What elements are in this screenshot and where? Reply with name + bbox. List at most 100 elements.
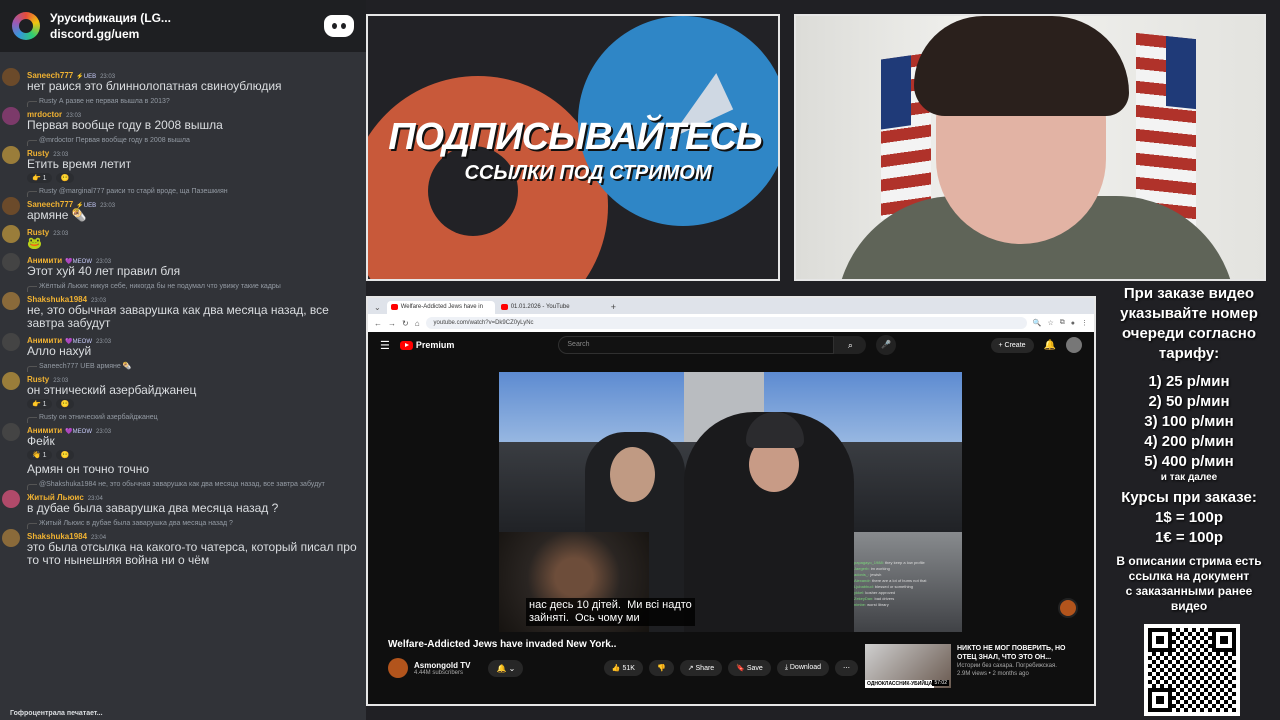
server-icon[interactable] bbox=[12, 12, 40, 40]
user-avatar[interactable] bbox=[2, 529, 20, 547]
video-chat-overlay: papagayo_1988: they keep a low profile Ja… bbox=[854, 560, 942, 630]
message-text: Этот хуй 40 лет правил бля bbox=[27, 264, 181, 278]
overlay-chat-text: there are a lot of bums not that bbox=[872, 578, 927, 583]
reply-preview[interactable]: Житый Льюис в дубае была заварушка два м… bbox=[27, 518, 360, 529]
rate-usd: 1$ = 100р bbox=[1155, 509, 1223, 526]
extensions-icon[interactable]: ⧉ bbox=[1060, 319, 1065, 327]
user-avatar[interactable] bbox=[2, 225, 20, 243]
reaction-button[interactable]: 👋 1 bbox=[27, 450, 52, 460]
browser-menu-icon[interactable]: ⋮ bbox=[1081, 319, 1088, 327]
chat-message[interactable]: Жёлтый Льюис никуя себе, никогда бы не п… bbox=[0, 281, 366, 330]
star-icon[interactable]: ☆ bbox=[1047, 319, 1053, 327]
address-bar-row: ← → ↻ ⌂ youtube.com/watch?v=Dk9CZ0yLyNc … bbox=[368, 314, 1094, 332]
youtube-play-icon bbox=[399, 340, 413, 350]
forward-icon[interactable]: → bbox=[388, 319, 396, 328]
recommended-thumbnail[interactable]: ОДНОКЛАССНИК-УБИЙЦА 57:02 bbox=[865, 644, 951, 688]
overlay-chat-user: papagayo_1988: bbox=[854, 560, 884, 565]
youtube-topbar: ☰ Premium Search ⌕ 🎤 + Create 🔔 bbox=[368, 332, 1094, 358]
reply-preview[interactable]: @Shakshuka1984 не, это обычная заварушка… bbox=[27, 479, 360, 490]
new-tab-button[interactable]: + bbox=[607, 301, 620, 314]
channel-row: Asmongold TV 4.44M subscribers 🔔 ⌄ 👍 51K… bbox=[388, 656, 858, 680]
tab-youtube-home[interactable]: 01.01.2026 - YouTube bbox=[497, 301, 605, 314]
user-avatar[interactable] bbox=[2, 197, 20, 215]
chat-message[interactable]: Rusty А разве не первая вышла в 2013? mrd… bbox=[0, 96, 366, 132]
chat-message[interactable]: Rusty он этнический азербайджанец Анимити… bbox=[0, 412, 366, 460]
video-title: Welfare-Addicted Jews have invaded New Y… bbox=[388, 639, 617, 650]
webcam-feed bbox=[794, 14, 1266, 281]
channel-watermark-icon[interactable] bbox=[1058, 598, 1078, 618]
download-button[interactable]: ⤓ Download bbox=[776, 660, 829, 676]
channel-name[interactable]: Asmongold TV bbox=[414, 661, 470, 670]
chat-message[interactable]: Rusty 23:03 🐸 bbox=[0, 225, 366, 250]
user-avatar[interactable] bbox=[2, 107, 20, 125]
home-icon[interactable]: ⌂ bbox=[415, 319, 420, 328]
zoom-icon[interactable]: 🔍 bbox=[1033, 319, 1042, 327]
chat-message[interactable]: Житый Льюис в дубае была заварушка два м… bbox=[0, 518, 366, 567]
overlay-chat-user: nimbe: bbox=[854, 602, 867, 607]
tariff-etc: и так далее bbox=[1160, 472, 1218, 483]
create-button[interactable]: + Create bbox=[990, 337, 1034, 353]
chat-message[interactable]: @Shakshuka1984 не, это обычная заварушка… bbox=[0, 479, 366, 515]
promo-title: ПОДПИСЫВАЙТЕСЬ bbox=[388, 116, 763, 158]
user-avatar[interactable] bbox=[2, 333, 20, 351]
channel-subscribers: 4.44M subscribers bbox=[414, 669, 464, 676]
more-actions-button[interactable]: ⋯ bbox=[835, 660, 858, 676]
microphone-icon[interactable]: 🎤 bbox=[876, 335, 897, 355]
recommended-video[interactable]: ОДНОКЛАССНИК-УБИЙЦА 57:02 НИКТО НЕ МОГ П… bbox=[865, 644, 1075, 694]
user-avatar[interactable] bbox=[2, 372, 20, 390]
reply-preview[interactable]: Saneech777 UEB армяне 🌯 bbox=[27, 361, 360, 372]
user-avatar[interactable] bbox=[2, 423, 20, 441]
rates-title: Курсы при заказе: bbox=[1121, 489, 1257, 506]
recommended-title[interactable]: НИКТО НЕ МОГ ПОВЕРИТЬ, НО ОТЕЦ ЗНАЛ, ЧТО… bbox=[957, 644, 1075, 662]
hamburger-menu-icon[interactable]: ☰ bbox=[380, 339, 390, 352]
account-avatar[interactable] bbox=[1066, 337, 1082, 353]
chat-message[interactable]: Армян он точно точно bbox=[0, 463, 366, 476]
tab-video[interactable]: Welfare-Addicted Jews have in bbox=[386, 301, 495, 314]
qr-code bbox=[1144, 624, 1240, 716]
reaction-button[interactable]: 👉 1 bbox=[27, 173, 52, 183]
message-text: нет раися это блиннолопатная свиноублюди… bbox=[27, 79, 282, 93]
profile-icon[interactable]: ● bbox=[1071, 320, 1075, 327]
notifications-bell-icon[interactable]: 🔔 bbox=[1044, 340, 1056, 351]
channel-avatar[interactable] bbox=[388, 658, 408, 678]
share-button[interactable]: ↗ Share bbox=[679, 660, 723, 676]
reaction-button[interactable]: 😶 bbox=[55, 450, 75, 460]
chat-message[interactable]: Saneech777 ⚡UEB 23:03 нет раися это блиннол… bbox=[0, 68, 366, 93]
youtube-search-input[interactable]: Search bbox=[558, 336, 835, 354]
role-badge: 💜MEOW bbox=[65, 429, 93, 435]
reaction-button[interactable]: 😶 bbox=[55, 173, 75, 183]
subscribed-bell-button[interactable]: 🔔 ⌄ bbox=[488, 659, 524, 677]
reply-preview[interactable]: @mrdoctor Первая вообще году в 2008 вышл… bbox=[27, 135, 360, 146]
overlay-chat-text: they keep a low profile bbox=[884, 560, 925, 565]
chat-message[interactable]: Анимити 💜MEOW 23:03 Алло нахуй bbox=[0, 333, 366, 358]
reply-preview[interactable]: Rusty @marginal777 раиси то старй вроде,… bbox=[27, 186, 360, 197]
like-button[interactable]: 👍 51K bbox=[603, 660, 643, 676]
search-icon[interactable]: ⌕ bbox=[834, 336, 867, 354]
reload-icon[interactable]: ↻ bbox=[402, 319, 409, 328]
chat-message[interactable]: @mrdoctor Первая вообще году в 2008 вышл… bbox=[0, 135, 366, 183]
reaction-button[interactable]: 😶 bbox=[55, 399, 75, 409]
recommended-meta: 2.9M views • 2 months ago bbox=[957, 671, 1029, 677]
user-avatar[interactable] bbox=[2, 292, 20, 310]
user-avatar[interactable] bbox=[2, 253, 20, 271]
save-button[interactable]: 🔖 Save bbox=[728, 660, 771, 676]
user-avatar[interactable] bbox=[2, 146, 20, 164]
message-text: Алло нахуй bbox=[27, 344, 92, 358]
reply-preview[interactable]: Жёлтый Льюис никуя себе, никогда бы не п… bbox=[27, 281, 360, 292]
tariff-4: 4) 200 р/мин bbox=[1144, 433, 1234, 450]
chat-message[interactable]: Анимити 💜MEOW 23:03 Этот хуй 40 лет правил … bbox=[0, 253, 366, 278]
tab-list-icon[interactable]: ⌄ bbox=[374, 301, 381, 314]
dislike-button[interactable]: 👎 bbox=[648, 660, 674, 676]
video-player[interactable]: papagayo_1988: they keep a low profile Ja… bbox=[499, 372, 962, 632]
reply-preview[interactable]: Rusty А разве не первая вышла в 2013? bbox=[27, 96, 360, 107]
reaction-button[interactable]: 👉 1 bbox=[27, 399, 52, 409]
reply-preview[interactable]: Rusty он этнический азербайджанец bbox=[27, 412, 360, 423]
back-icon[interactable]: ← bbox=[374, 319, 382, 328]
chat-message[interactable]: Rusty @marginal777 раиси то старй вроде,… bbox=[0, 186, 366, 222]
user-avatar[interactable] bbox=[2, 490, 20, 508]
youtube-logo[interactable]: Premium bbox=[399, 340, 454, 350]
server-invite-link[interactable]: discord.gg/uem bbox=[50, 27, 324, 41]
user-avatar[interactable] bbox=[2, 68, 20, 86]
chat-message[interactable]: Saneech777 UEB армяне 🌯 Rusty 23:03 он этни… bbox=[0, 361, 366, 409]
url-field[interactable]: youtube.com/watch?v=Dk9CZ0yLyNc bbox=[425, 317, 1027, 329]
